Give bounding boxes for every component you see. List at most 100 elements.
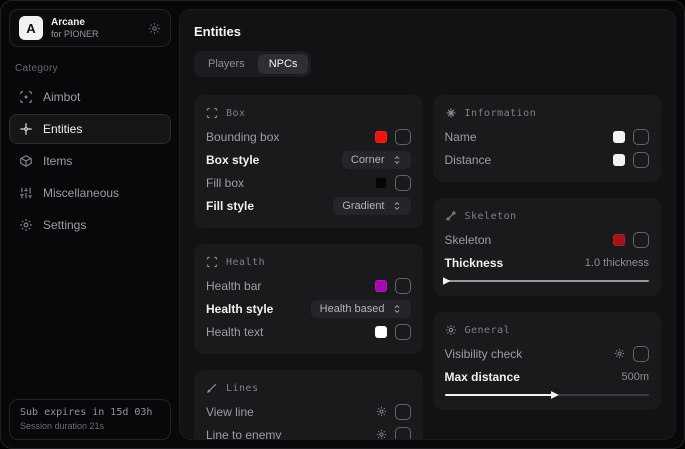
sidebar-nav: Aimbot Entities Items Miscellaneous: [9, 82, 171, 240]
row-fill-box: Fill box: [206, 171, 411, 194]
cube-icon: [19, 154, 33, 168]
sidebar-item-label: Items: [43, 154, 72, 168]
tab-players[interactable]: Players: [197, 54, 256, 74]
subscription-info: Sub expires in 15d 03h Session duration …: [9, 399, 171, 440]
app-window: A Arcane for PIONER Category Aimbot: [0, 0, 685, 449]
sub-expiry: Sub expires in 15d 03h: [20, 407, 160, 418]
card-title: Health: [226, 257, 265, 268]
gear-icon[interactable]: [614, 348, 625, 359]
tab-group: Players NPCs: [194, 51, 311, 77]
row-label: Fill box: [206, 176, 244, 190]
thickness-value: 1.0 thickness: [585, 257, 649, 269]
sidebar-item-settings[interactable]: Settings: [9, 210, 171, 240]
gear-icon[interactable]: [376, 406, 387, 417]
dropdown-value: Corner: [351, 154, 385, 166]
bounding-box-icon: [206, 107, 218, 119]
line-icon: [206, 382, 218, 394]
bounding-box-checkbox[interactable]: [395, 129, 411, 145]
row-label: Distance: [445, 153, 492, 167]
sidebar-item-entities[interactable]: Entities: [9, 114, 171, 144]
color-swatch[interactable]: [613, 131, 625, 143]
row-line-to-enemy: Line to enemy: [206, 423, 411, 440]
health-icon: [206, 256, 218, 268]
row-label: Health text: [206, 325, 263, 339]
color-swatch[interactable]: [613, 234, 625, 246]
app-name: Arcane: [51, 17, 140, 29]
view-line-checkbox[interactable]: [395, 404, 411, 420]
line-to-enemy-checkbox[interactable]: [395, 427, 411, 441]
health-bar-checkbox[interactable]: [395, 278, 411, 294]
bone-icon: [445, 210, 457, 222]
sidebar-item-label: Entities: [43, 122, 82, 136]
row-name: Name: [445, 125, 650, 148]
sidebar-item-label: Aimbot: [43, 90, 80, 104]
row-label: Bounding box: [206, 130, 279, 144]
sliders-icon: [19, 186, 33, 200]
thickness-slider[interactable]: [445, 277, 650, 285]
sidebar-header: A Arcane for PIONER: [9, 9, 171, 47]
session-duration: Session duration 21s: [20, 421, 160, 431]
chevrons-up-down-icon: [392, 155, 402, 165]
distance-checkbox[interactable]: [633, 152, 649, 168]
row-label: Line to enemy: [206, 428, 281, 441]
card-skeleton: Skeleton Skeleton Thickness 1.0 thicknes…: [433, 198, 662, 296]
sidebar-item-label: Miscellaneous: [43, 186, 119, 200]
row-label: Health style: [206, 302, 273, 316]
health-style-dropdown[interactable]: Health based: [311, 300, 411, 318]
tab-npcs[interactable]: NPCs: [258, 54, 309, 74]
row-max-distance: Max distance 500m: [445, 365, 650, 388]
crosshair-icon: [19, 90, 33, 104]
fill-box-checkbox[interactable]: [395, 175, 411, 191]
card-box: Box Bounding box Box style Corner: [194, 95, 423, 228]
card-title: Box: [226, 108, 246, 119]
row-distance: Distance: [445, 148, 650, 171]
gear-icon[interactable]: [148, 22, 161, 35]
sidebar-item-miscellaneous[interactable]: Miscellaneous: [9, 178, 171, 208]
color-swatch[interactable]: [375, 280, 387, 292]
row-fill-style: Fill style Gradient: [206, 194, 411, 217]
chevrons-up-down-icon: [392, 201, 402, 211]
fill-style-dropdown[interactable]: Gradient: [333, 197, 410, 215]
slider-thumb[interactable]: [443, 277, 451, 285]
row-health-text: Health text: [206, 320, 411, 343]
row-view-line: View line: [206, 400, 411, 423]
row-label: View line: [206, 405, 254, 419]
row-label: Name: [445, 130, 477, 144]
color-swatch[interactable]: [375, 326, 387, 338]
app-logo: A: [19, 16, 43, 40]
entities-icon: [19, 122, 33, 136]
color-swatch[interactable]: [613, 154, 625, 166]
main-panel: Entities Players NPCs Box Bounding box: [179, 9, 676, 440]
card-health: Health Health bar Health style Health ba…: [194, 244, 423, 354]
visibility-check-checkbox[interactable]: [633, 346, 649, 362]
slider-thumb[interactable]: [551, 391, 559, 399]
row-label: Max distance: [445, 370, 520, 384]
chevrons-up-down-icon: [392, 304, 402, 314]
sun-icon: [445, 324, 457, 336]
row-visibility-check: Visibility check: [445, 342, 650, 365]
card-title: Skeleton: [465, 211, 517, 222]
row-label: Fill style: [206, 199, 254, 213]
box-style-dropdown[interactable]: Corner: [342, 151, 411, 169]
sidebar-item-items[interactable]: Items: [9, 146, 171, 176]
name-checkbox[interactable]: [633, 129, 649, 145]
row-label: Thickness: [445, 256, 504, 270]
gear-icon[interactable]: [376, 429, 387, 440]
row-health-bar: Health bar: [206, 274, 411, 297]
sidebar-item-aimbot[interactable]: Aimbot: [9, 82, 171, 112]
max-distance-slider[interactable]: [445, 391, 650, 399]
sidebar-item-label: Settings: [43, 218, 86, 232]
dropdown-value: Health based: [320, 303, 385, 315]
gear-icon: [19, 218, 33, 232]
card-information: Information Name Distance: [433, 95, 662, 182]
info-sparkle-icon: [445, 107, 457, 119]
skeleton-checkbox[interactable]: [633, 232, 649, 248]
health-text-checkbox[interactable]: [395, 324, 411, 340]
row-label: Skeleton: [445, 233, 492, 247]
color-swatch[interactable]: [375, 131, 387, 143]
row-thickness: Thickness 1.0 thickness: [445, 251, 650, 274]
row-bounding-box: Bounding box: [206, 125, 411, 148]
card-title: Lines: [226, 383, 259, 394]
color-swatch[interactable]: [375, 177, 387, 189]
row-label: Health bar: [206, 279, 261, 293]
